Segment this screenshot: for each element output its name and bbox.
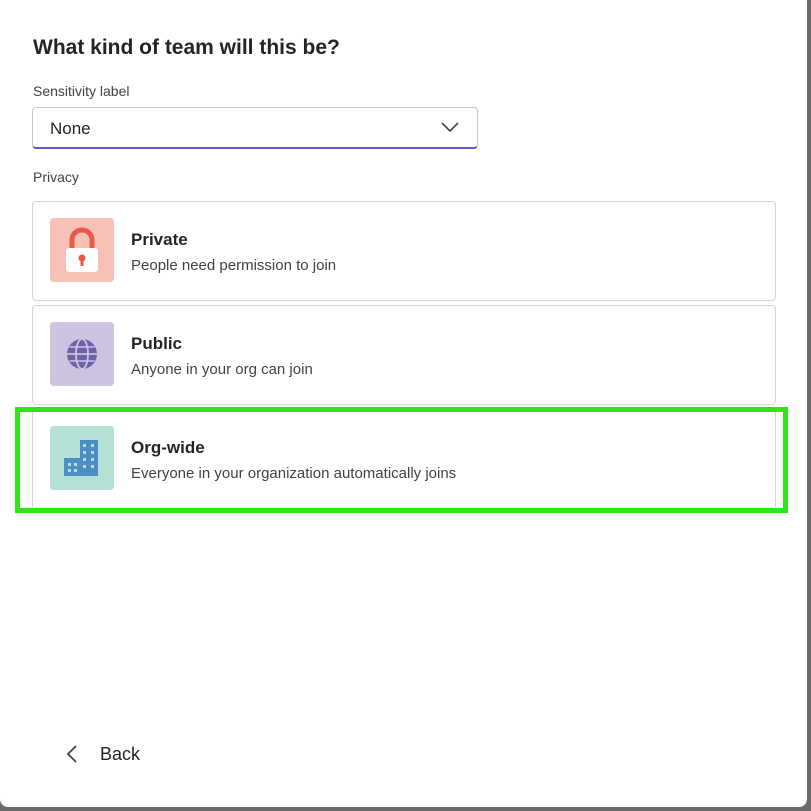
privacy-option-public[interactable]: Public Anyone in your org can join xyxy=(32,305,776,405)
privacy-option-description: Everyone in your organization automatica… xyxy=(131,465,457,482)
privacy-option-title: Org-wide xyxy=(131,438,205,457)
building-icon xyxy=(50,426,114,490)
lock-icon xyxy=(50,218,114,282)
back-button-label: Back xyxy=(100,743,141,764)
privacy-option-description: Anyone in your org can join xyxy=(131,361,313,378)
privacy-option-description: People need permission to join xyxy=(131,257,337,274)
globe-icon xyxy=(50,322,114,386)
sensitivity-label-value: None xyxy=(50,119,91,138)
privacy-option-private[interactable]: Private People need permission to join xyxy=(32,201,776,301)
privacy-option-title: Private xyxy=(131,230,188,249)
privacy-option-title: Public xyxy=(131,334,183,353)
sensitivity-label-heading: Sensitivity label xyxy=(33,83,130,99)
chevron-left-icon xyxy=(66,745,77,763)
create-team-dialog: What kind of team will this be? Sensitiv… xyxy=(0,0,807,807)
back-button[interactable]: Back xyxy=(62,738,140,770)
dialog-title: What kind of team will this be? xyxy=(33,36,340,59)
chevron-down-icon xyxy=(441,122,459,133)
privacy-heading: Privacy xyxy=(33,169,79,185)
privacy-option-org-wide[interactable]: Org-wide Everyone in your organization a… xyxy=(32,409,776,507)
sensitivity-label-dropdown[interactable]: None xyxy=(32,107,478,149)
